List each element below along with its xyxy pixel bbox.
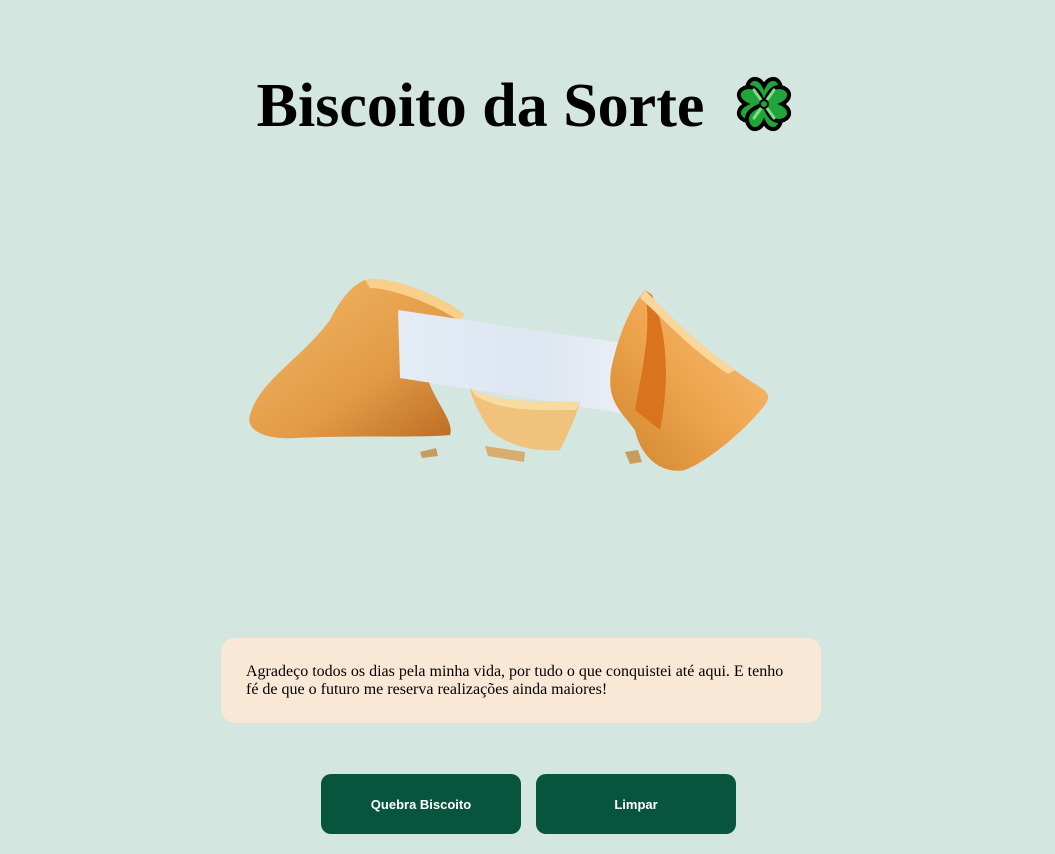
header: Biscoito da Sorte (0, 66, 1055, 146)
break-cookie-button[interactable]: Quebra Biscoito (321, 774, 521, 834)
clear-button[interactable]: Limpar (536, 774, 736, 834)
four-leaf-clover-icon (737, 77, 792, 131)
fortune-message: Agradeço todos os dias pela minha vida, … (246, 663, 784, 698)
fortune-cookie-image (249, 279, 769, 471)
page: Biscoito da Sorte Agradeço todos os dias… (0, 0, 1055, 854)
page-title: Biscoito da Sorte (256, 72, 705, 140)
fortune-message-box: Agradeço todos os dias pela minha vida, … (221, 638, 821, 723)
